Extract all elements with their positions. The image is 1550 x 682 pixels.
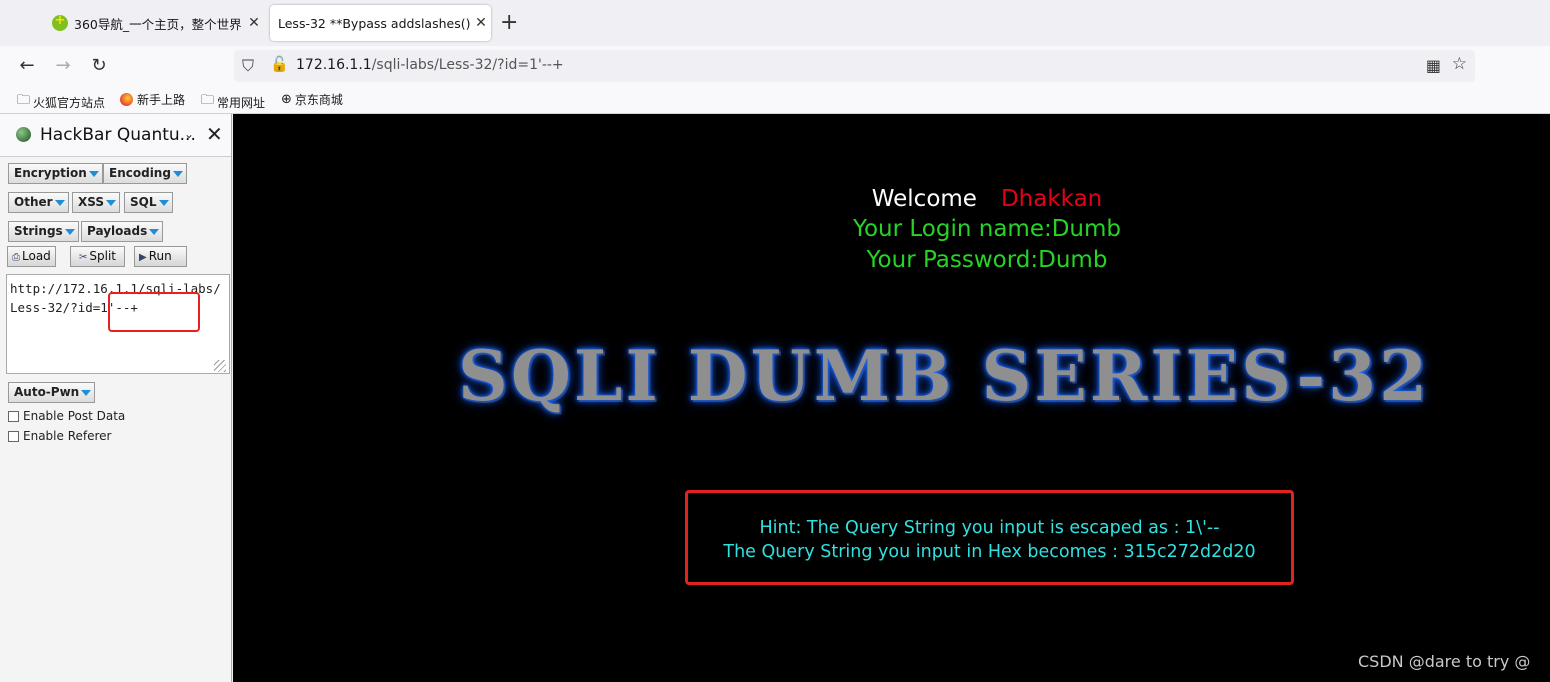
firefox-icon [120, 93, 133, 106]
reload-icon[interactable]: ↻ [87, 54, 111, 78]
360-favicon-icon [52, 13, 68, 31]
other-menu[interactable]: Other [8, 192, 69, 213]
globe-icon: ⊕ [281, 92, 292, 107]
welcome-name: Dhakkan [1000, 186, 1103, 212]
url-bar[interactable]: ⛉ 🔓 172.16.1.1/sqli-labs/Less-32/?id=1'-… [234, 50, 1475, 82]
split-button[interactable]: ✂ Split [70, 246, 125, 267]
tab-360-nav[interactable]: 360导航_一个主页，整个世界 ✕ [44, 5, 264, 41]
dropdown-arrow-icon [64, 228, 75, 235]
encryption-menu[interactable]: Encryption [8, 163, 103, 184]
bookmark-label: 新手上路 [137, 93, 186, 107]
url-host: 172.16.1.1 [296, 57, 372, 73]
enable-post-data-option[interactable]: Enable Post Data [8, 409, 125, 423]
payloads-menu[interactable]: Payloads [81, 221, 164, 242]
button-label: Run [148, 249, 172, 263]
button-label: Split [89, 249, 116, 263]
hackbar-logo-icon [16, 127, 31, 142]
page-content: Welcome Dhakkan Your Login name:Dumb Your… [233, 114, 1550, 682]
load-button[interactable]: ⎙ Load [7, 246, 56, 267]
button-label: Load [22, 249, 51, 263]
close-tab-icon[interactable]: ✕ [471, 15, 491, 31]
folder-icon: 🗀 [201, 93, 215, 108]
auto-pwn-menu[interactable]: Auto-Pwn [8, 382, 96, 403]
checkbox-label: Enable Post Data [23, 409, 126, 423]
tab-title: Less-32 **Bypass addslashes()** [278, 15, 471, 31]
bookmark-item[interactable]: 🗀 火狐官方站点 [17, 91, 105, 113]
menu-label: XSS [78, 195, 104, 209]
folder-icon: 🗀 [17, 93, 31, 108]
welcome-line: Welcome Dhakkan [233, 186, 1550, 212]
dropdown-arrow-icon [81, 389, 92, 396]
checkbox-label: Enable Referer [23, 429, 112, 443]
highlight-box [108, 292, 200, 332]
close-icon[interactable]: ✕ [206, 122, 223, 146]
bookmarks-toolbar: 🗀 火狐官方站点 新手上路 🗀 常用网址 ⊕ 京东商城 [0, 86, 1550, 114]
menu-label: Other [14, 195, 53, 209]
run-button[interactable]: ▶ Run [134, 246, 187, 267]
forward-arrow-icon[interactable]: → [51, 54, 75, 78]
encoding-menu[interactable]: Encoding [103, 163, 187, 184]
tracking-shield-icon[interactable]: ⛉ [242, 56, 254, 76]
chevron-down-icon[interactable]: ⌄ [184, 127, 194, 141]
navigation-bar: ← → ↻ ⛉ 🔓 172.16.1.1/sqli-labs/Less-32/?… [0, 46, 1550, 86]
checkbox[interactable] [8, 430, 19, 442]
hint-hex-text: The Query String you input in Hex become… [723, 542, 1256, 562]
hackbar-sidebar: HackBar Quantu... ⌄ ✕ Encryption Encodin… [0, 114, 232, 682]
insecure-lock-icon[interactable]: 🔓 [270, 55, 289, 73]
new-tab-icon[interactable]: + [500, 10, 518, 36]
menu-label: SQL [130, 195, 157, 209]
url-text[interactable]: 172.16.1.1/sqli-labs/Less-32/?id=1'--+ [296, 57, 564, 73]
tab-less-32[interactable]: Less-32 **Bypass addslashes()** ✕ [270, 5, 491, 41]
csdn-watermark: CSDN @dare to try @ [1358, 652, 1531, 671]
bookmark-label: 火狐官方站点 [33, 95, 106, 110]
bookmark-star-icon[interactable]: ☆ [1452, 54, 1467, 74]
menu-label: Payloads [87, 224, 148, 238]
password-text: Your Password:Dumb [866, 247, 1108, 273]
bookmark-item[interactable]: 新手上路 [120, 91, 185, 108]
load-icon: ⎙ [12, 252, 20, 263]
bookmark-item[interactable]: 🗀 常用网址 [201, 91, 265, 113]
menu-label: Encoding [109, 166, 171, 180]
menu-label: Encryption [14, 166, 87, 180]
scissors-icon: ✂ [79, 252, 88, 263]
dropdown-arrow-icon [149, 228, 160, 235]
sidebar-title[interactable]: HackBar Quantu... [40, 125, 196, 145]
dropdown-arrow-icon [88, 170, 99, 177]
tab-title: 360导航_一个主页，整个世界 [74, 16, 242, 32]
sidebar-header: HackBar Quantu... ⌄ ✕ [0, 114, 231, 157]
checkbox[interactable] [8, 410, 19, 422]
sql-menu[interactable]: SQL [124, 192, 173, 213]
dropdown-arrow-icon [172, 170, 183, 177]
login-name-text: Your Login name:Dumb [852, 216, 1122, 242]
dropdown-arrow-icon [54, 199, 65, 206]
xss-menu[interactable]: XSS [72, 192, 120, 213]
qr-code-icon[interactable]: ▦ [1426, 56, 1441, 75]
resize-grip-icon[interactable] [214, 360, 226, 372]
close-tab-icon[interactable]: ✕ [244, 15, 264, 31]
play-icon: ▶ [139, 252, 147, 263]
welcome-label: Welcome [871, 186, 977, 212]
bookmark-item[interactable]: ⊕ 京东商城 [281, 91, 343, 108]
series-banner: SQLI DUMB SERIES-32 [458, 336, 1431, 417]
enable-referer-option[interactable]: Enable Referer [8, 429, 111, 443]
menu-label: Strings [14, 224, 63, 238]
strings-menu[interactable]: Strings [8, 221, 79, 242]
dropdown-arrow-icon [158, 199, 169, 206]
tab-strip: 360导航_一个主页，整个世界 ✕ Less-32 **Bypass addsl… [0, 0, 1550, 46]
dropdown-arrow-icon [106, 199, 116, 206]
back-arrow-icon[interactable]: ← [15, 54, 39, 78]
bookmark-label: 京东商城 [294, 93, 343, 107]
url-path: /sqli-labs/Less-32/?id=1'--+ [371, 57, 564, 73]
hint-escaped-text: Hint: The Query String you input is esca… [759, 518, 1220, 538]
menu-label: Auto-Pwn [14, 385, 80, 399]
bookmark-label: 常用网址 [217, 95, 266, 110]
